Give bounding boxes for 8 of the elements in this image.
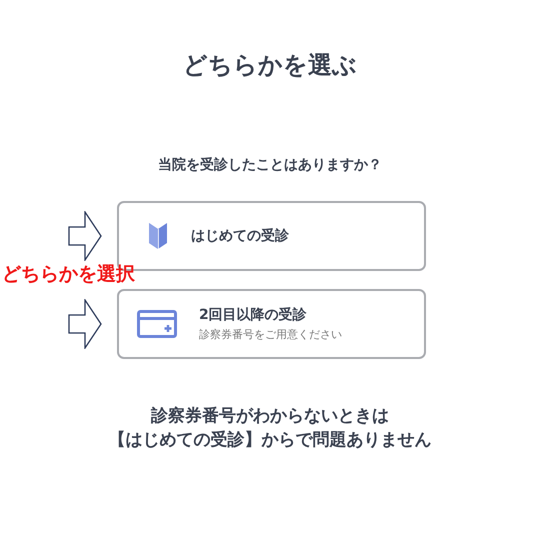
arrow-icon xyxy=(68,211,102,261)
option-button[interactable]: 2回目以降の受診 診察券番号をご用意ください xyxy=(117,289,426,359)
arrow-icon xyxy=(68,299,102,349)
question-text: 当院を受診したことはありますか？ xyxy=(158,156,382,175)
note-text: 診察券番号がわからないときは 【はじめての受診】からで問題ありません xyxy=(108,405,432,452)
beginner-mark-icon xyxy=(147,221,169,251)
card-icon xyxy=(137,310,177,338)
page-title: どちらかを選ぶ xyxy=(183,50,357,80)
